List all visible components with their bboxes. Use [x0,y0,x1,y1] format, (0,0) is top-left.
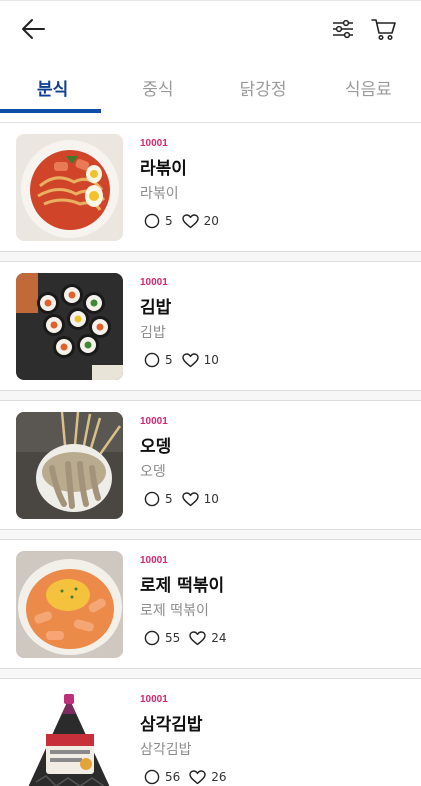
item-divider [0,529,421,540]
arrow-left-icon [22,19,45,39]
comment-count: 5 [165,492,173,506]
list-item[interactable]: 10001 라볶이 라볶이 5 20 [0,123,421,262]
comment-icon [144,769,160,785]
like-count: 10 [203,353,219,367]
item-stats: 56 26 [144,768,236,786]
comment-icon [144,630,160,646]
tab-jungsik[interactable]: 중식 [105,62,210,112]
item-stats: 5 10 [144,351,228,369]
item-divider [0,390,421,401]
comment-icon [144,352,160,368]
tab-beverages[interactable]: 식음료 [316,62,421,112]
comment-count: 56 [165,770,181,784]
like-count: 24 [211,631,227,645]
list-item[interactable]: 10001 로제 떡볶이 로제 떡볶이 55 24 [0,540,421,679]
item-stats: 55 24 [144,629,236,647]
item-title: 삼각김밥 [140,715,203,735]
comment-count: 5 [165,214,173,228]
tab-bunsik[interactable]: 분식 [0,62,105,112]
item-subtitle: 삼각김밥 [140,742,192,758]
item-title: 로제 떡볶이 [140,576,225,596]
item-divider [0,668,421,679]
cart-icon [371,19,396,41]
item-code: 10001 [140,694,168,705]
item-code: 10001 [140,416,168,427]
item-title: 오뎅 [140,437,172,457]
item-subtitle: 라볶이 [140,186,179,202]
heart-icon[interactable] [181,352,199,368]
food-image [16,273,123,380]
item-title: 김밥 [140,298,172,318]
heart-icon[interactable] [189,630,206,646]
item-subtitle: 김밥 [140,325,166,341]
list-item[interactable]: 10001 오뎅 오뎅 5 10 [0,401,421,540]
tab-dakgangjeong[interactable]: 닭강정 [211,62,316,112]
food-image [16,134,123,241]
heart-icon[interactable] [189,769,206,785]
item-code: 10001 [140,555,168,566]
comment-count: 55 [165,631,181,645]
active-tab-indicator [0,109,101,113]
heart-icon[interactable] [181,491,199,507]
like-count: 20 [203,214,219,228]
cart-button[interactable] [366,13,402,45]
back-button[interactable] [14,13,52,45]
comment-icon [144,213,160,229]
sliders-icon [333,19,353,39]
category-tabs: 분식 중식 닭강정 식음료 [0,62,421,114]
item-code: 10001 [140,277,168,288]
food-image [16,412,123,519]
filter-button[interactable] [326,13,360,45]
heart-icon[interactable] [181,213,199,229]
item-code: 10001 [140,138,168,149]
app-header [0,0,421,56]
item-stats: 5 20 [144,212,228,230]
item-stats: 5 10 [144,490,228,508]
list-item[interactable]: 10001 삼각김밥 삼각김밥 56 26 [0,679,421,786]
list-item[interactable]: 10001 김밥 김밥 5 10 [0,262,421,401]
item-title: 라볶이 [140,159,187,179]
menu-list: 10001 라볶이 라볶이 5 20 10001 김밥 김밥 5 10 1000… [0,123,421,786]
food-image [16,690,123,786]
comment-icon [144,491,160,507]
item-subtitle: 로제 떡볶이 [140,603,209,619]
like-count: 26 [211,770,227,784]
like-count: 10 [203,492,219,506]
item-subtitle: 오뎅 [140,464,166,480]
comment-count: 5 [165,353,173,367]
food-image [16,551,123,658]
item-divider [0,251,421,262]
